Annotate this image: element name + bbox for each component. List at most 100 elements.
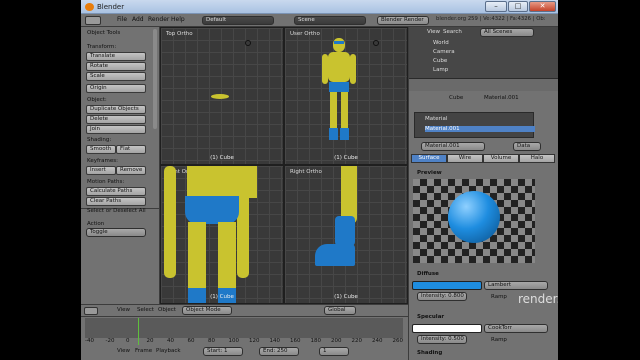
viewport-object-name: (1) Cube	[210, 155, 234, 161]
model-top-view	[211, 94, 229, 99]
editor-type-icon[interactable]	[85, 16, 101, 25]
flat-button[interactable]: Flat	[116, 145, 146, 154]
timeline-tick-label: 20	[146, 338, 154, 344]
window-title: Blender	[97, 3, 125, 11]
outliner-item-cube[interactable]: Cube	[433, 58, 447, 64]
action-select[interactable]: Toggle	[86, 228, 146, 237]
specular-intensity-field[interactable]: Intensity: 0.500	[417, 335, 467, 344]
toolshelf-scrollbar[interactable]	[153, 29, 157, 129]
specular-ramp-checkbox[interactable]: Ramp	[491, 337, 507, 343]
viewport-right-ortho[interactable]: Right Ortho (1) Cube	[284, 165, 408, 304]
diffuse-panel-header[interactable]: Diffuse	[417, 271, 439, 277]
close-button[interactable]: ✕	[529, 1, 556, 12]
menu-object[interactable]: Object	[158, 307, 176, 313]
menu-add[interactable]: Add	[132, 16, 144, 23]
smooth-button[interactable]: Smooth	[86, 145, 116, 154]
viewport-object-name: (1) Cube	[210, 294, 234, 300]
model-right-boot	[340, 128, 349, 140]
rotate-button[interactable]: Rotate	[86, 62, 146, 71]
model-boot	[315, 244, 355, 266]
viewport-object-name: (1) Cube	[334, 155, 358, 161]
model-right-arm	[350, 54, 356, 84]
timeline-track[interactable]	[85, 318, 403, 338]
current-frame-field[interactable]: 1	[319, 347, 349, 356]
scene-stats: blender.org 259 | Ve:4322 | Fa:4326 | Ob…	[436, 16, 546, 22]
shading-panel-header[interactable]: Shading	[417, 350, 442, 356]
clear-paths-button[interactable]: Clear Paths	[86, 197, 146, 206]
object-tools-title: Object Tools	[87, 30, 121, 36]
preview-panel-header[interactable]: Preview	[417, 170, 442, 176]
operator-title: Select or Deselect All	[87, 208, 146, 214]
outliner-search-menu[interactable]: Search	[443, 29, 462, 35]
timeline-tick-label: 140	[269, 338, 281, 344]
origin-button[interactable]: Origin	[86, 84, 146, 93]
duplicate-objects-button[interactable]: Duplicate Objects	[86, 105, 146, 114]
tab-surface[interactable]: Surface	[411, 154, 447, 163]
render-engine-select[interactable]: Blender Render	[377, 16, 429, 25]
viewport-header: View Select Object Object Mode Global	[81, 304, 408, 316]
outliner: View Search All Scenes World Camera Cube…	[409, 27, 558, 79]
start-frame-field[interactable]: Start: 1	[203, 347, 243, 356]
diffuse-ramp-checkbox[interactable]: Ramp	[491, 294, 507, 300]
viewport-label: User Ortho	[290, 31, 320, 37]
scene-select[interactable]: Scene	[294, 16, 366, 25]
insert-keyframe-button[interactable]: Insert	[86, 166, 116, 175]
scale-button[interactable]: Scale	[86, 72, 146, 81]
specular-shader-select[interactable]: CookTorr	[484, 324, 548, 333]
outliner-filter-select[interactable]: All Scenes	[480, 28, 534, 37]
viewport-user-ortho[interactable]: User Ortho (1) Cube	[284, 27, 408, 165]
specular-panel-header[interactable]: Specular	[417, 314, 444, 320]
calculate-paths-button[interactable]: Calculate Paths	[86, 187, 146, 196]
layout-select[interactable]: Default	[202, 16, 274, 25]
outliner-item-camera[interactable]: Camera	[433, 49, 455, 55]
menu-view[interactable]: View	[117, 307, 130, 313]
tab-wire[interactable]: Wire	[447, 154, 483, 163]
model-left-arm	[164, 166, 176, 278]
timeline[interactable]: -40 -20 0 20 40 60 80 100 120 140 160 180 200 220 240 2…	[81, 316, 408, 360]
outliner-item-world[interactable]: World	[433, 40, 449, 46]
menu-frame[interactable]: Frame	[135, 348, 152, 354]
timeline-tick-label: 80	[208, 338, 215, 344]
remove-keyframe-button[interactable]: Remove	[116, 166, 146, 175]
material-slot[interactable]: Material	[425, 116, 447, 122]
menu-help[interactable]: Help	[171, 16, 185, 23]
material-slot-selected[interactable]: Material.001	[425, 126, 535, 132]
editor-type-icon[interactable]	[84, 307, 98, 315]
material-name-field[interactable]: Material.001	[421, 142, 485, 151]
material-slot-list[interactable]: Material Material.001	[414, 112, 535, 138]
shading-label: Shading:	[87, 137, 112, 143]
motion-paths-label: Motion Paths:	[87, 179, 125, 185]
diffuse-shader-select[interactable]: Lambert	[484, 281, 548, 290]
maximize-button[interactable]: □	[508, 1, 528, 12]
diffuse-color-swatch[interactable]	[412, 281, 482, 290]
watermark: render.com.br	[518, 292, 558, 306]
menu-render[interactable]: Render	[148, 16, 169, 23]
menu-file[interactable]: File	[117, 16, 127, 23]
viewport-object-name: (1) Cube	[334, 294, 358, 300]
viewport-top-ortho[interactable]: Top Ortho (1) Cube	[160, 27, 284, 165]
specular-color-swatch[interactable]	[412, 324, 482, 333]
model-right-leg	[341, 92, 348, 128]
viewport-label: Right Ortho	[290, 169, 322, 175]
end-frame-field[interactable]: End: 250	[259, 347, 299, 356]
menu-view[interactable]: View	[117, 348, 130, 354]
keyframes-label: Keyframes:	[87, 158, 118, 164]
delete-button[interactable]: Delete	[86, 115, 146, 124]
minimize-button[interactable]: –	[485, 1, 507, 12]
menu-select[interactable]: Select	[137, 307, 154, 313]
diffuse-intensity-field[interactable]: Intensity: 0.800	[417, 292, 467, 301]
translate-button[interactable]: Translate	[86, 52, 146, 61]
model-left-boot	[329, 128, 338, 140]
orientation-select[interactable]: Global	[324, 306, 356, 315]
tab-volume[interactable]: Volume	[483, 154, 519, 163]
lamp-icon	[245, 40, 251, 46]
tab-halo[interactable]: Halo	[519, 154, 555, 163]
outliner-view-menu[interactable]: View	[427, 29, 440, 35]
mode-select[interactable]: Object Mode	[182, 306, 232, 315]
viewport-front-ortho[interactable]: Front Ortho (1) Cube	[160, 165, 284, 304]
model-left-leg	[188, 222, 206, 288]
outliner-item-lamp[interactable]: Lamp	[433, 67, 448, 73]
data-link-select[interactable]: Data	[513, 142, 541, 151]
join-button[interactable]: Join	[86, 125, 146, 134]
menu-playback[interactable]: Playback	[156, 348, 181, 354]
